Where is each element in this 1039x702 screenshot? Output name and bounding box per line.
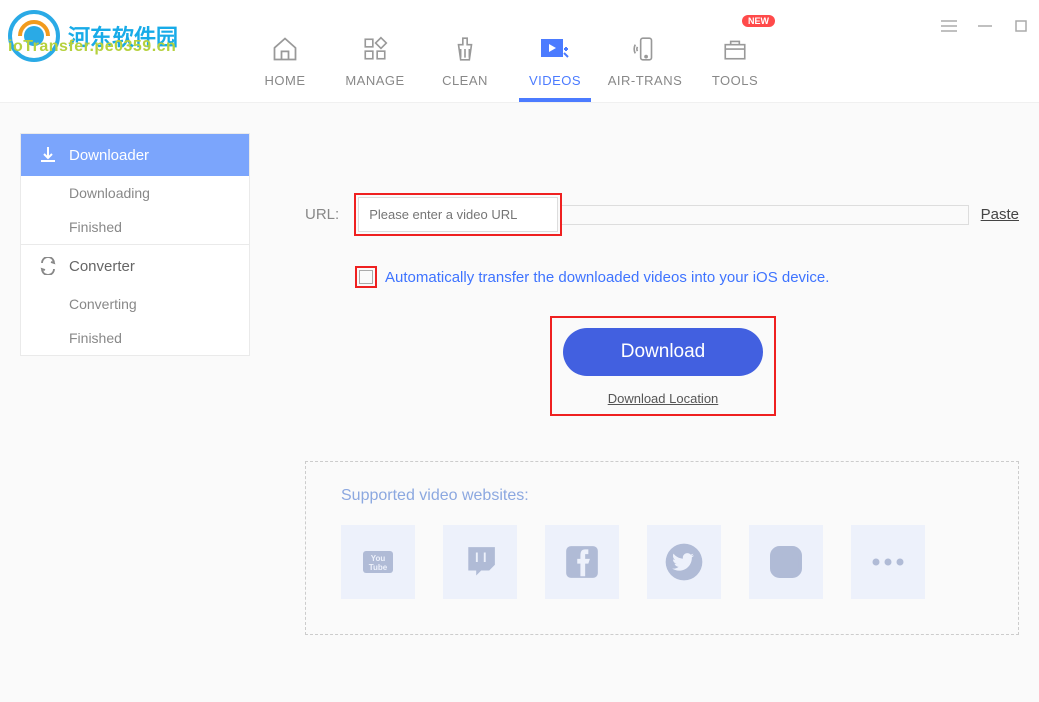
tab-home[interactable]: HOME [240,0,330,102]
paste-link[interactable]: Paste [981,206,1019,223]
sidebar-downloader-finished[interactable]: Finished [21,210,249,244]
sidebar: Downloader Downloading Finished Converte… [0,103,250,702]
url-input-extension[interactable] [562,205,968,225]
videos-icon [539,33,571,65]
sidebar-downloader-label: Downloader [69,147,149,164]
sidebar-downloader[interactable]: Downloader [21,134,249,176]
svg-text:Tube: Tube [369,563,388,572]
tab-videos[interactable]: VIDEOS [510,0,600,102]
clean-icon [449,33,481,65]
sidebar-converter-finished[interactable]: Finished [21,321,249,355]
nav-tabs: HOME MANAGE CLEAN VIDEOS AIR-TRANS [240,0,780,102]
svg-text:You: You [371,554,386,563]
sidebar-converter[interactable]: Converter [21,244,249,287]
new-badge: NEW [742,15,775,27]
manage-icon [359,33,391,65]
minimize-button[interactable] [977,18,993,34]
supported-sites-box: Supported video websites: YouTube [305,461,1019,635]
site-twitter[interactable] [647,525,721,599]
main-content: Downloader Downloading Finished Converte… [0,103,1039,702]
url-input[interactable] [358,197,558,232]
tab-airtrans[interactable]: AIR-TRANS [600,0,690,102]
download-location-link[interactable]: Download Location [608,391,719,406]
app-logo: 河东软件园 ioTransfer.pe0359.cn [8,10,60,67]
url-row: URL: Paste [305,193,1019,236]
window-controls [941,18,1029,34]
auto-transfer-row: Automatically transfer the downloaded vi… [355,266,1019,288]
auto-transfer-label: Automatically transfer the downloaded vi… [385,269,829,286]
logo-sub-text: ioTransfer.pe0359.cn [8,38,176,56]
converter-icon [39,257,57,275]
supported-sites-title: Supported video websites: [341,487,983,505]
content-area: URL: Paste Automatically transfer the do… [250,103,1039,702]
site-more[interactable] [851,525,925,599]
home-icon [269,33,301,65]
url-label: URL: [305,206,339,223]
tab-clean[interactable]: CLEAN [420,0,510,102]
site-youtube[interactable]: YouTube [341,525,415,599]
supported-sites-list: YouTube [341,525,983,599]
download-section-highlight: Download Download Location [550,316,776,416]
url-input-highlight [354,193,562,236]
sidebar-downloading[interactable]: Downloading [21,176,249,210]
tools-icon [719,33,751,65]
site-twitch[interactable] [443,525,517,599]
menu-button[interactable] [941,18,957,34]
airtrans-icon [629,33,661,65]
tab-manage[interactable]: MANAGE [330,0,420,102]
sidebar-converting[interactable]: Converting [21,287,249,321]
auto-transfer-checkbox[interactable] [359,270,373,284]
app-header: 河东软件园 ioTransfer.pe0359.cn HOME MANAGE C… [0,0,1039,103]
maximize-button[interactable] [1013,18,1029,34]
download-button[interactable]: Download [563,328,764,376]
checkbox-highlight [355,266,377,288]
tab-tools[interactable]: NEW TOOLS [690,0,780,102]
site-facebook[interactable] [545,525,619,599]
logo-area: 河东软件园 ioTransfer.pe0359.cn [0,0,220,77]
sidebar-downloader-section: Downloader Downloading Finished Converte… [20,133,250,356]
download-icon [39,146,57,164]
site-instagram[interactable] [749,525,823,599]
sidebar-converter-label: Converter [69,258,135,275]
